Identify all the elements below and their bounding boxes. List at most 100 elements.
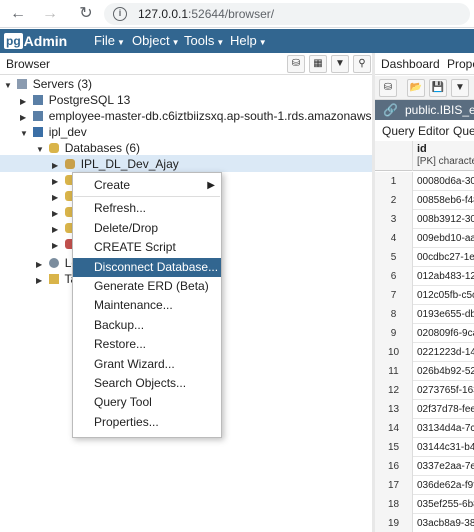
users-icon [49, 258, 60, 268]
row-number: 8 [375, 305, 413, 324]
menu-help[interactable]: Help ▼ [230, 29, 267, 53]
table-row[interactable]: 1403134d4a-7ce [375, 419, 474, 438]
tab-query-history[interactable]: Quer [453, 124, 474, 138]
menu-item-search-objects[interactable]: Search Objects... [73, 374, 221, 393]
menu-item-grant-wizard[interactable]: Grant Wizard... [73, 355, 221, 374]
chevron-down-icon[interactable]: ▼ [20, 126, 30, 142]
servers-icon [17, 79, 28, 89]
database-icon [65, 159, 76, 169]
chevron-down-icon[interactable]: ▼ [4, 78, 14, 94]
column-header-name[interactable]: id [417, 143, 427, 155]
cell-id[interactable]: 00858eb6-f48 [417, 191, 474, 210]
address-bar[interactable]: i 127.0.0.1:52644/browser/ [104, 3, 470, 25]
table-row[interactable]: 15 03144c31-b4f [375, 438, 474, 457]
cell-id[interactable]: 008b3912-30f [417, 210, 474, 229]
cell-id[interactable]: 012ab483-12c [417, 267, 474, 286]
menu-item-label: Query Tool [94, 395, 152, 410]
save-icon[interactable]: 💾 [429, 79, 447, 97]
table-row[interactable]: 6012ab483-12c [375, 267, 474, 286]
menu-item-label: Disconnect Database... [94, 259, 219, 274]
menu-item-properties[interactable]: Properties... [73, 413, 221, 432]
cell-id[interactable]: 00cdbc27-1e8 [417, 248, 474, 267]
table-row[interactable]: 1302f37d78-fee6 [375, 400, 474, 419]
tab-dashboard[interactable]: Dashboard [381, 57, 440, 71]
tab-query-editor[interactable]: Query Editor [382, 124, 449, 138]
cell-id[interactable]: 0221223d-148 [417, 343, 474, 362]
row-number: 7 [375, 286, 413, 305]
cell-id[interactable]: 0273765f-163 [417, 381, 474, 400]
table-row[interactable]: 2 00858eb6-f48 [375, 191, 474, 210]
cell-id[interactable]: 02f37d78-fee6 [417, 400, 474, 419]
url-text[interactable]: 127.0.0.1:52644/browser/ [138, 7, 274, 21]
browser-panel-header: Browser ⛁ ▦ ▼ ⚲ [0, 53, 372, 75]
tree-node-server-ipl-dev[interactable]: ▼ ipl_dev [20, 124, 87, 140]
cell-id[interactable]: 036de62a-f9f [417, 476, 474, 495]
search-icon[interactable]: ⚲ [353, 55, 371, 73]
table-row[interactable]: 17 036de62a-f9f [375, 476, 474, 495]
cell-id[interactable]: 03134d4a-7ce [417, 419, 474, 438]
database-icon[interactable]: ⛁ [379, 79, 397, 97]
url-host: 127.0.0.1 [138, 7, 189, 21]
folder-icon [49, 274, 60, 284]
menu-item-create[interactable]: Create ▶ [73, 176, 221, 195]
filter-icon[interactable]: ▼ [331, 55, 349, 73]
info-icon[interactable]: i [113, 7, 127, 21]
menu-item-disconnect-database[interactable]: Disconnect Database... [73, 257, 221, 277]
menu-object[interactable]: Object ▼ [132, 29, 180, 53]
reload-icon[interactable]: ↻ [76, 4, 96, 24]
table-grid-icon[interactable]: ▦ [309, 55, 327, 73]
table-row[interactable]: 12 0273765f-163 [375, 381, 474, 400]
app-header: pg Admin File ▼ Object ▼ Tools ▼ Help ▼ [0, 29, 474, 53]
chevron-down-icon[interactable]: ▼ [451, 79, 469, 97]
menu-item-maintenance[interactable]: Maintenance... [73, 296, 221, 315]
menu-item-backup[interactable]: Backup... [73, 316, 221, 335]
cell-id[interactable]: 020809f6-9ca [417, 324, 474, 343]
cell-id[interactable]: 012c05fb-c5c [417, 286, 474, 305]
table-row[interactable]: 3 008b3912-30f [375, 210, 474, 229]
tree-node-databases[interactable]: ▼ Databases (6) [36, 140, 140, 156]
menu-item-restore[interactable]: Restore... [73, 335, 221, 354]
cell-id[interactable]: 035ef255-6b8 [417, 495, 474, 514]
tree-node-servers-label: Servers (3) [32, 77, 93, 91]
table-row[interactable]: 4009ebd10-aa7 [375, 229, 474, 248]
cell-id[interactable]: 0337e2aa-7ef [417, 457, 474, 476]
cell-id[interactable]: 026b4b92-52f [417, 362, 474, 381]
table-row[interactable]: 80193e655-db1 [375, 305, 474, 324]
query-subtabs: Query Editor Quer [375, 121, 474, 141]
table-row[interactable]: 500cdbc27-1e8 [375, 248, 474, 267]
cell-id[interactable]: 009ebd10-aa7 [417, 229, 474, 248]
cell-id[interactable]: 0193e655-db1 [417, 305, 474, 324]
table-row[interactable]: 100080d6a-30d [375, 172, 474, 191]
menu-item-create-script[interactable]: CREATE Script [73, 238, 221, 257]
database-icon[interactable]: ⛁ [287, 55, 305, 73]
menu-item-delete-drop[interactable]: Delete/Drop [73, 219, 221, 238]
menu-item-query-tool[interactable]: Query Tool [73, 393, 221, 412]
table-row[interactable]: 9 020809f6-9ca [375, 324, 474, 343]
table-row[interactable]: 100221223d-148 [375, 343, 474, 362]
chevron-right-icon[interactable]: ▶ [52, 238, 62, 254]
menu-tools[interactable]: Tools ▼ [184, 29, 224, 53]
back-arrow-icon[interactable]: ← [8, 4, 28, 24]
context-menu: Create ▶ Refresh... Delete/Drop CREATE Scrip… [72, 172, 222, 438]
chevron-right-icon[interactable]: ▶ [36, 273, 46, 289]
table-row[interactable]: 7 012c05fb-c5c [375, 286, 474, 305]
tree-node-servers[interactable]: ▼ Servers (3) [4, 76, 92, 92]
table-row[interactable]: 18 035ef255-6b8 [375, 495, 474, 514]
menu-file[interactable]: File ▼ [94, 29, 125, 53]
tab-properties[interactable]: Prope [447, 57, 474, 71]
cell-id[interactable]: 00080d6a-30d [417, 172, 474, 191]
menu-item-refresh[interactable]: Refresh... [73, 199, 221, 218]
table-row[interactable]: 11 026b4b92-52f [375, 362, 474, 381]
tree-node-server-postgresql13[interactable]: ▶ PostgreSQL 13 [20, 92, 130, 108]
table-row[interactable]: 1903acb8a9-387 [375, 514, 474, 532]
forward-arrow-icon[interactable]: → [40, 4, 60, 24]
tree-node-server-employee-master[interactable]: ▶ employee-master-db.c6iztbiizsxq.ap-sou… [20, 108, 398, 124]
cell-id[interactable]: 03acb8a9-387 [417, 514, 474, 532]
menu-item-generate-erd-beta[interactable]: Generate ERD (Beta) [73, 277, 221, 296]
table-row[interactable]: 16 0337e2aa-7ef [375, 457, 474, 476]
row-number: 17 [375, 476, 413, 495]
tree-node-db-ipl-dl-dev-ajay[interactable]: ▶ IPL_DL_Dev_Ajay [52, 156, 179, 172]
chevron-down-icon[interactable]: ▼ [36, 142, 46, 158]
folder-open-icon[interactable]: 📂 [407, 79, 425, 97]
cell-id[interactable]: 03144c31-b4f [417, 438, 474, 457]
